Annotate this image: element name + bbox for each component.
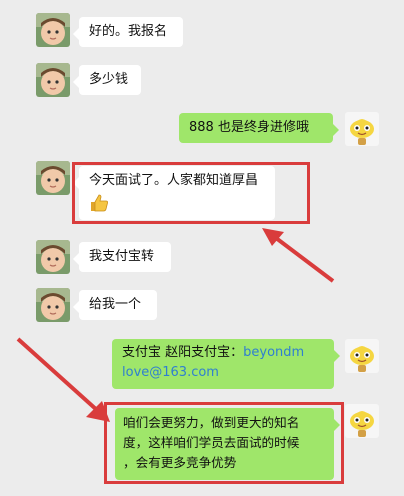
- message-text: 支付宝 赵阳支付宝：: [122, 345, 244, 360]
- highlight-box: [104, 402, 344, 484]
- message-bubble[interactable]: 多少钱: [73, 65, 141, 95]
- message-text: 888 也是终身进修哦: [189, 120, 309, 135]
- email-link[interactable]: beyondm: [243, 345, 304, 360]
- message-bubble[interactable]: 给我一个: [73, 290, 157, 320]
- highlight-box: [72, 162, 310, 224]
- message-bubble[interactable]: 我支付宝转: [73, 242, 171, 272]
- cartoon-avatar[interactable]: [345, 112, 379, 146]
- message-bubble[interactable]: 888 也是终身进修哦: [179, 113, 339, 143]
- baby-avatar[interactable]: [36, 161, 70, 195]
- cartoon-avatar[interactable]: [345, 339, 379, 373]
- message-text: 好的。我报名: [89, 24, 168, 39]
- red-arrow: [262, 228, 335, 283]
- message-text: 我支付宝转: [89, 249, 155, 264]
- email-link[interactable]: love@163.com: [122, 365, 219, 380]
- red-arrow: [16, 337, 110, 422]
- cartoon-avatar[interactable]: [345, 404, 379, 438]
- message-bubble[interactable]: 好的。我报名: [73, 17, 183, 47]
- message-text: 多少钱: [89, 72, 129, 87]
- baby-avatar[interactable]: [36, 288, 70, 322]
- message-bubble[interactable]: 支付宝 赵阳支付宝：beyondm love@163.com: [112, 339, 340, 389]
- baby-avatar[interactable]: [36, 63, 70, 97]
- message-text: 给我一个: [89, 297, 142, 312]
- baby-avatar[interactable]: [36, 240, 70, 274]
- baby-avatar[interactable]: [36, 13, 70, 47]
